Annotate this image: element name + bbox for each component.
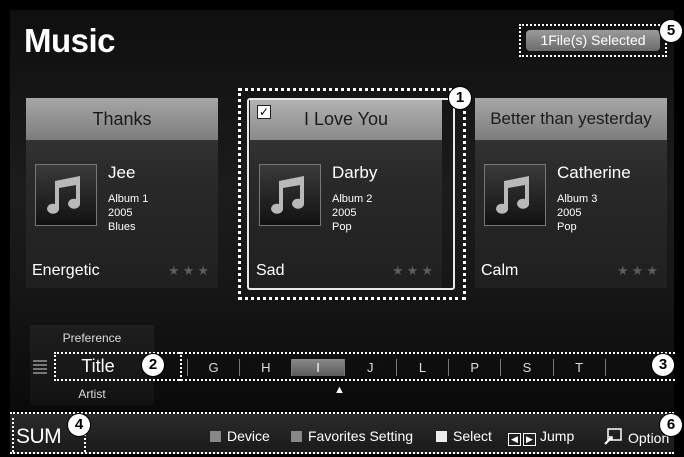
index-letter[interactable]: L (397, 359, 450, 376)
rating-stars: ★★★ (168, 263, 212, 278)
index-letter[interactable]: H (240, 359, 293, 376)
song-meta: Album 1 2005 Blues (108, 192, 148, 234)
index-letter[interactable]: P (449, 359, 502, 376)
music-note-icon (35, 164, 97, 226)
index-letter[interactable]: G (188, 359, 241, 376)
help-device-label: Device (227, 428, 270, 444)
gray-button-icon (210, 431, 221, 442)
rewind-icon: ◀ (508, 433, 521, 446)
callout-6: 6 (660, 414, 682, 436)
callout-5: 5 (660, 20, 682, 42)
callout-4: 4 (68, 414, 90, 436)
up-arrow-icon: ▲ (334, 384, 345, 396)
help-option[interactable]: Option (603, 428, 669, 449)
genre: Pop (557, 221, 577, 233)
mood-label: Energetic (32, 262, 100, 279)
index-letter[interactable]: T (554, 359, 606, 376)
callout-1: 1 (449, 87, 471, 109)
index-letter[interactable] (606, 359, 658, 376)
help-favorites-label: Favorites Setting (308, 428, 414, 444)
index-letter[interactable]: S (501, 359, 554, 376)
index-letter[interactable]: J (345, 359, 397, 376)
callout-3: 3 (652, 354, 674, 376)
tools-icon (603, 428, 623, 449)
mood-label: Calm (481, 262, 519, 279)
music-screen: Music 1File(s) Selected 5 Thanks Jee Alb… (0, 0, 684, 457)
selection-callout-frame: 1File(s) Selected (519, 24, 667, 57)
song-meta: Album 3 2005 Pop (557, 192, 597, 234)
help-device[interactable]: Device (210, 428, 270, 444)
enter-button-icon (436, 431, 447, 442)
help-select[interactable]: Select (436, 428, 492, 444)
music-card[interactable]: Thanks Jee Album 1 2005 Blues Energetic … (26, 98, 218, 288)
selection-callout-frame (238, 88, 466, 300)
selected-files-badge: 1File(s) Selected (526, 30, 660, 51)
artist-name: Jee (108, 163, 136, 182)
fast-forward-icon: ▶ (523, 433, 536, 446)
help-favorites[interactable]: Favorites Setting (291, 428, 413, 444)
release-year: 2005 (108, 207, 133, 219)
song-title: Thanks (26, 98, 218, 140)
callout-2: 2 (142, 354, 164, 376)
music-card[interactable]: Better than yesterday Catherine Album 3 … (475, 98, 667, 288)
album-name: Album 3 (557, 193, 598, 205)
alphabet-cells: G H I J L P S T (187, 359, 658, 376)
gray-button-icon (291, 431, 302, 442)
help-jump[interactable]: ◀ ▶ Jump (508, 428, 574, 446)
artist-name: Catherine (557, 163, 631, 182)
sort-option-current: Title (81, 356, 115, 376)
rating-stars: ★★★ (617, 263, 661, 278)
device-name[interactable]: SUM (16, 425, 62, 449)
release-year: 2005 (557, 207, 582, 219)
help-select-label: Select (453, 428, 492, 444)
index-letter-active[interactable]: I (292, 359, 345, 376)
sort-option-next[interactable]: Artist (30, 387, 154, 401)
song-title: Better than yesterday (475, 98, 667, 140)
page-title: Music (24, 22, 116, 59)
list-icon (33, 360, 47, 376)
genre: Blues (108, 221, 136, 233)
alphabet-index-bar: G H I J L P S T (178, 352, 675, 381)
album-name: Album 1 (108, 193, 149, 205)
sort-option-prev[interactable]: Preference (30, 331, 154, 345)
help-jump-label: Jump (540, 428, 575, 444)
music-note-icon (484, 164, 546, 226)
